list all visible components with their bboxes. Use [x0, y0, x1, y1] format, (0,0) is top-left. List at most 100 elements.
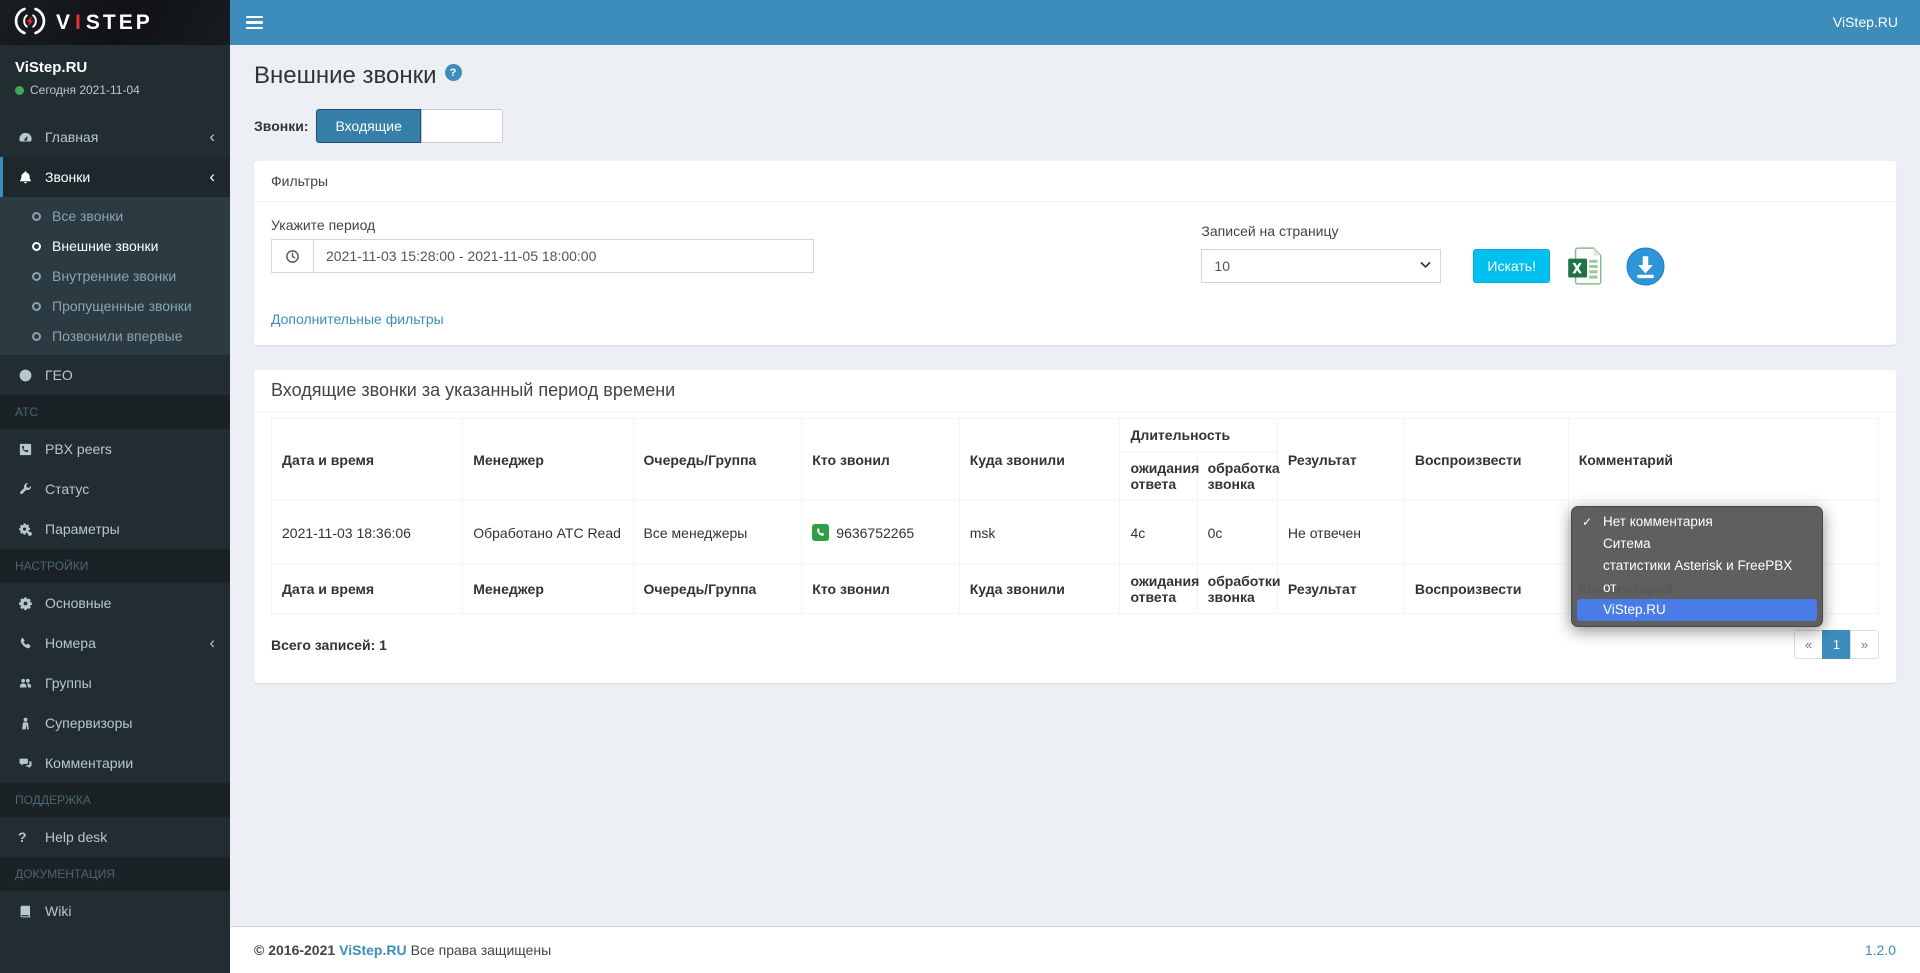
logo-area[interactable]: V I STEP: [0, 0, 230, 45]
dropdown-option[interactable]: от: [1572, 577, 1822, 599]
bell-icon: [18, 170, 45, 185]
fcol-result: Результат: [1276, 564, 1405, 614]
sidebar-item-osnovnye[interactable]: Основные: [0, 583, 230, 623]
circle-o-icon: [32, 331, 41, 341]
sidebar-subitem-pozvonili-vpervye[interactable]: Позвонили впервые: [0, 321, 230, 351]
sidebar-item-helpdesk[interactable]: ? Help desk: [0, 817, 230, 857]
col-result: Результат: [1276, 418, 1405, 501]
cell-caller: 9636752265: [801, 500, 960, 565]
pagination-page-1[interactable]: 1: [1822, 630, 1851, 659]
logo-text: V I STEP: [56, 10, 153, 34]
sidebar-subitem-vneshnie-zvonki[interactable]: Внешние звонки: [0, 231, 230, 261]
cell-callee: msk: [958, 500, 1121, 565]
excel-export-icon[interactable]: [1564, 245, 1606, 287]
wrench-icon: [18, 482, 45, 497]
circle-o-icon: [32, 211, 41, 221]
pagination: « 1 »: [1794, 630, 1879, 659]
users-icon: [18, 676, 45, 691]
dropdown-option[interactable]: ✓ Нет комментария: [1572, 511, 1822, 533]
version-label: 1.2.0: [1864, 942, 1896, 958]
sidebar-subitem-vnutrennie-zvonki[interactable]: Внутренние звонки: [0, 261, 230, 291]
sidebar-section-atc: АТС: [0, 395, 230, 429]
globe-icon: [18, 368, 45, 383]
sidebar-user-name: ViStep.RU: [15, 59, 88, 76]
col-callee: Куда звонили: [958, 418, 1121, 501]
pagination-next[interactable]: »: [1850, 630, 1879, 659]
dropdown-option[interactable]: статистики Asterisk и FreePBX: [1572, 555, 1822, 577]
col-queue: Очередь/Группа: [632, 418, 803, 501]
sidebar: V I STEP ViStep.RU Сегодня 2021-11-04 Глав…: [0, 0, 230, 973]
hamburger-icon[interactable]: [230, 0, 278, 45]
download-icon[interactable]: [1626, 246, 1665, 286]
main-content: Внешние звонки ? Звонки: Входящие Фильтр…: [230, 45, 1920, 926]
sidebar-item-wiki[interactable]: Wiki: [0, 891, 230, 931]
sidebar-subitem-propushchennye-zvonki[interactable]: Пропущенные звонки: [0, 291, 230, 321]
topbar: ViStep.RU: [230, 0, 1920, 45]
user-icon: [18, 716, 45, 731]
fcol-wait: ожидания ответа: [1119, 564, 1199, 614]
sidebar-item-pbx-peers[interactable]: PBX peers: [0, 429, 230, 469]
sidebar-item-zvonki[interactable]: Звонки ‹: [0, 157, 230, 197]
col-play: Воспроизвести: [1403, 418, 1569, 501]
sidebar-user-status: Сегодня 2021-11-04: [15, 83, 215, 97]
cell-manager: Обработано АТС Read: [462, 500, 634, 565]
sidebar-item-nomera[interactable]: Номера ‹: [0, 623, 230, 663]
col-wait: ожидания ответа: [1119, 451, 1199, 501]
cell-play: [1403, 500, 1569, 565]
toggle-incoming-button[interactable]: Входящие: [316, 109, 421, 143]
topbar-account-link[interactable]: ViStep.RU: [1811, 0, 1920, 45]
check-icon: ✓: [1582, 515, 1593, 529]
circle-o-icon: [32, 241, 41, 251]
toggle-outgoing-button[interactable]: [420, 109, 503, 143]
dropdown-option-highlighted[interactable]: ViStep.RU: [1577, 599, 1817, 621]
sidebar-section-dokumentaciya: ДОКУМЕНТАЦИЯ: [0, 857, 230, 891]
sidebar-subitem-vse-zvonki[interactable]: Все звонки: [0, 201, 230, 231]
chevron-left-icon: ‹: [209, 127, 215, 146]
more-filters-link[interactable]: Дополнительные фильтры: [271, 311, 444, 327]
comment-select-dropdown: ✓ Нет комментария Ситема статистики Aste…: [1571, 506, 1823, 627]
clock-icon: [271, 239, 313, 273]
chevron-left-icon: ‹: [209, 633, 215, 652]
sidebar-item-status[interactable]: Статус: [0, 469, 230, 509]
sidebar-item-glavnaya[interactable]: Главная ‹: [0, 117, 230, 157]
sidebar-item-supervizory[interactable]: Супервизоры: [0, 703, 230, 743]
book-icon: [18, 904, 45, 919]
gears-icon: [18, 522, 45, 537]
sidebar-item-gruppy[interactable]: Группы: [0, 663, 230, 703]
fcol-processing: обработки звонка: [1196, 564, 1280, 614]
calls-table-title: Входящие звонки за указанный период врем…: [254, 370, 1896, 412]
col-manager: Менеджер: [462, 418, 634, 501]
dropdown-option[interactable]: Ситема: [1572, 533, 1822, 555]
filters-box: Фильтры Укажите период Записей на страни…: [254, 161, 1896, 345]
per-page-select[interactable]: 10: [1201, 249, 1442, 283]
fcol-manager: Менеджер: [462, 564, 634, 614]
cell-wait: 4с: [1119, 500, 1198, 565]
cell-datetime: 2021-11-03 18:36:06: [270, 500, 464, 565]
pagination-prev[interactable]: «: [1794, 630, 1823, 659]
fcol-datetime: Дата и время: [270, 564, 464, 614]
period-label: Укажите период: [271, 217, 376, 233]
gauge-icon: [18, 130, 45, 145]
circle-o-icon: [32, 301, 41, 311]
fcol-callee: Куда звонили: [958, 564, 1121, 614]
period-field: Укажите период: [271, 217, 814, 273]
help-icon[interactable]: ?: [444, 64, 462, 81]
col-processing: обработка звонка: [1196, 451, 1280, 501]
page-footer: © 2016-2021 ViStep.RU Все права защищены…: [230, 926, 1920, 973]
search-button[interactable]: Искать!: [1473, 249, 1550, 283]
footer-brand-link[interactable]: ViStep.RU: [339, 942, 406, 958]
question-icon: ?: [18, 829, 27, 845]
logo-icon: [14, 5, 46, 40]
col-comment: Комментарий: [1567, 418, 1880, 501]
sidebar-item-geo[interactable]: ГЕО: [0, 355, 230, 395]
calls-toggle-group: Звонки: Входящие: [254, 109, 1896, 143]
cell-result: Не отвечен: [1276, 500, 1405, 565]
comments-icon: [18, 756, 45, 771]
sidebar-item-parametry[interactable]: Параметры: [0, 509, 230, 549]
chevron-left-icon: ‹: [209, 167, 215, 186]
phone-icon: [18, 636, 45, 651]
period-input[interactable]: [313, 239, 814, 273]
fcol-caller: Кто звонил: [801, 564, 960, 614]
sidebar-item-kommentarii[interactable]: Комментарии: [0, 743, 230, 783]
page-title: Внешние звонки ?: [254, 62, 1896, 90]
